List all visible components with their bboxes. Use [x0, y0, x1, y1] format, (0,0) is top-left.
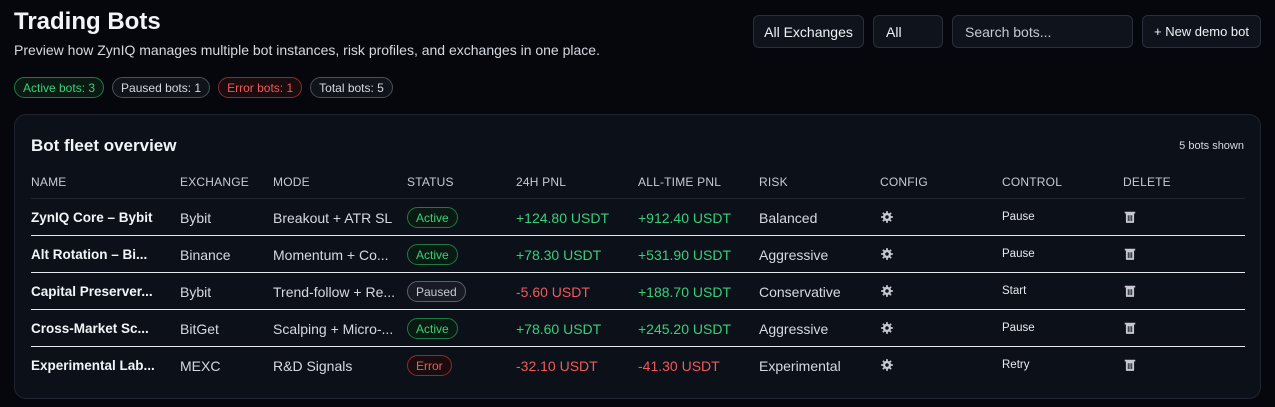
bot-name[interactable]: ZynIQ Core – Bybit: [31, 210, 153, 225]
trash-icon[interactable]: [1123, 210, 1137, 227]
active-bots-badge: Active bots: 3: [14, 77, 105, 98]
table-row: ZynIQ Core – Bybit Bybit Breakout + ATR …: [31, 199, 1245, 236]
bot-exchange: Bybit: [180, 284, 212, 300]
bot-risk: Aggressive: [759, 321, 829, 337]
bot-name[interactable]: Capital Preserver...: [31, 284, 153, 299]
bot-24h-pnl: +78.60 USDT: [516, 321, 602, 337]
bot-24h-pnl: +124.80 USDT: [516, 210, 609, 226]
table-row: Capital Preserver... Bybit Trend-follow …: [31, 273, 1245, 310]
bot-all-time-pnl: +531.90 USDT: [638, 247, 731, 263]
status-badge: Active: [407, 244, 458, 265]
table-row: Experimental Lab... MEXC R&D Signals Err…: [31, 347, 1245, 384]
page-title: Trading Bots: [14, 8, 161, 35]
bot-24h-pnl: -5.60 USDT: [516, 284, 590, 300]
column-header-name: NAME: [31, 175, 67, 189]
bot-24h-pnl: -32.10 USDT: [516, 358, 598, 374]
bot-name[interactable]: Experimental Lab...: [31, 358, 155, 373]
trash-icon[interactable]: [1123, 247, 1137, 264]
bot-risk: Aggressive: [759, 247, 829, 263]
bot-name[interactable]: Cross-Market Sc...: [31, 321, 149, 336]
bot-exchange: Bybit: [180, 210, 212, 226]
bot-exchange: Binance: [180, 247, 231, 263]
bot-all-time-pnl: +912.40 USDT: [638, 210, 731, 226]
gear-icon[interactable]: [880, 321, 894, 338]
bot-mode: Breakout + ATR SL: [273, 210, 393, 226]
total-bots-badge: Total bots: 5: [310, 77, 393, 98]
pause-button[interactable]: Pause: [1002, 211, 1035, 223]
gear-icon[interactable]: [880, 210, 894, 227]
bot-table-body: ZynIQ Core – Bybit Bybit Breakout + ATR …: [31, 199, 1245, 384]
bots-shown-count: 5 bots shown: [1179, 140, 1244, 152]
search-input[interactable]: Search bots...: [952, 15, 1133, 48]
column-header-config: CONFIG: [880, 175, 928, 189]
error-bots-badge: Error bots: 1: [218, 77, 303, 98]
bot-24h-pnl: +78.30 USDT: [516, 247, 602, 263]
column-header-mode: MODE: [273, 175, 310, 189]
table-row: Cross-Market Sc... BitGet Scalping + Mic…: [31, 310, 1245, 347]
column-header-status: STATUS: [407, 175, 454, 189]
card-title: Bot fleet overview: [31, 136, 177, 155]
status-filter-select[interactable]: All: [873, 15, 943, 48]
bot-risk: Balanced: [759, 210, 818, 226]
bot-exchange: BitGet: [180, 321, 219, 337]
table-header: NAME EXCHANGE MODE STATUS 24H PNL ALL-TI…: [31, 175, 1245, 199]
column-header-control: CONTROL: [1002, 175, 1063, 189]
pause-button[interactable]: Pause: [1002, 248, 1035, 260]
page-subtitle: Preview how ZynIQ manages multiple bot i…: [14, 42, 600, 58]
bot-all-time-pnl: +188.70 USDT: [638, 284, 731, 300]
bot-mode: Trend-follow + Re...: [273, 284, 396, 300]
bot-risk: Conservative: [759, 284, 841, 300]
gear-icon[interactable]: [880, 247, 894, 264]
bot-name[interactable]: Alt Rotation – Bi...: [31, 247, 147, 262]
table-row: Alt Rotation – Bi... Binance Momentum + …: [31, 236, 1245, 273]
gear-icon[interactable]: [880, 358, 894, 375]
summary-badges: Active bots: 3 Paused bots: 1 Error bots…: [14, 77, 393, 98]
column-header-all-time-pnl: ALL-TIME PNL: [638, 175, 722, 189]
column-header-risk: RISK: [759, 175, 788, 189]
status-badge: Active: [407, 318, 458, 339]
column-header-24h-pnl: 24H PNL: [516, 175, 567, 189]
pause-button[interactable]: Pause: [1002, 322, 1035, 334]
bot-mode: Scalping + Micro-...: [273, 321, 394, 337]
start-button[interactable]: Start: [1002, 285, 1026, 297]
bot-mode: R&D Signals: [273, 358, 353, 374]
trash-icon[interactable]: [1123, 358, 1137, 375]
trash-icon[interactable]: [1123, 284, 1137, 301]
column-header-exchange: EXCHANGE: [180, 175, 249, 189]
trash-icon[interactable]: [1123, 321, 1137, 338]
status-badge: Error: [407, 355, 452, 376]
bot-risk: Experimental: [759, 358, 841, 374]
paused-bots-badge: Paused bots: 1: [112, 77, 211, 98]
status-badge: Paused: [407, 281, 466, 302]
status-badge: Active: [407, 207, 458, 228]
bot-all-time-pnl: +245.20 USDT: [638, 321, 731, 337]
bot-mode: Momentum + Co...: [273, 247, 389, 263]
retry-button[interactable]: Retry: [1002, 359, 1029, 371]
column-header-delete: DELETE: [1123, 175, 1171, 189]
toolbar: All Exchanges All Search bots... + New d…: [753, 15, 1261, 48]
new-demo-bot-button[interactable]: + New demo bot: [1142, 15, 1261, 48]
exchange-filter-select[interactable]: All Exchanges: [753, 15, 864, 48]
bot-all-time-pnl: -41.30 USDT: [638, 358, 720, 374]
gear-icon[interactable]: [880, 284, 894, 301]
bot-exchange: MEXC: [180, 358, 221, 374]
bot-fleet-card: Bot fleet overview 5 bots shown NAME EXC…: [14, 114, 1261, 399]
